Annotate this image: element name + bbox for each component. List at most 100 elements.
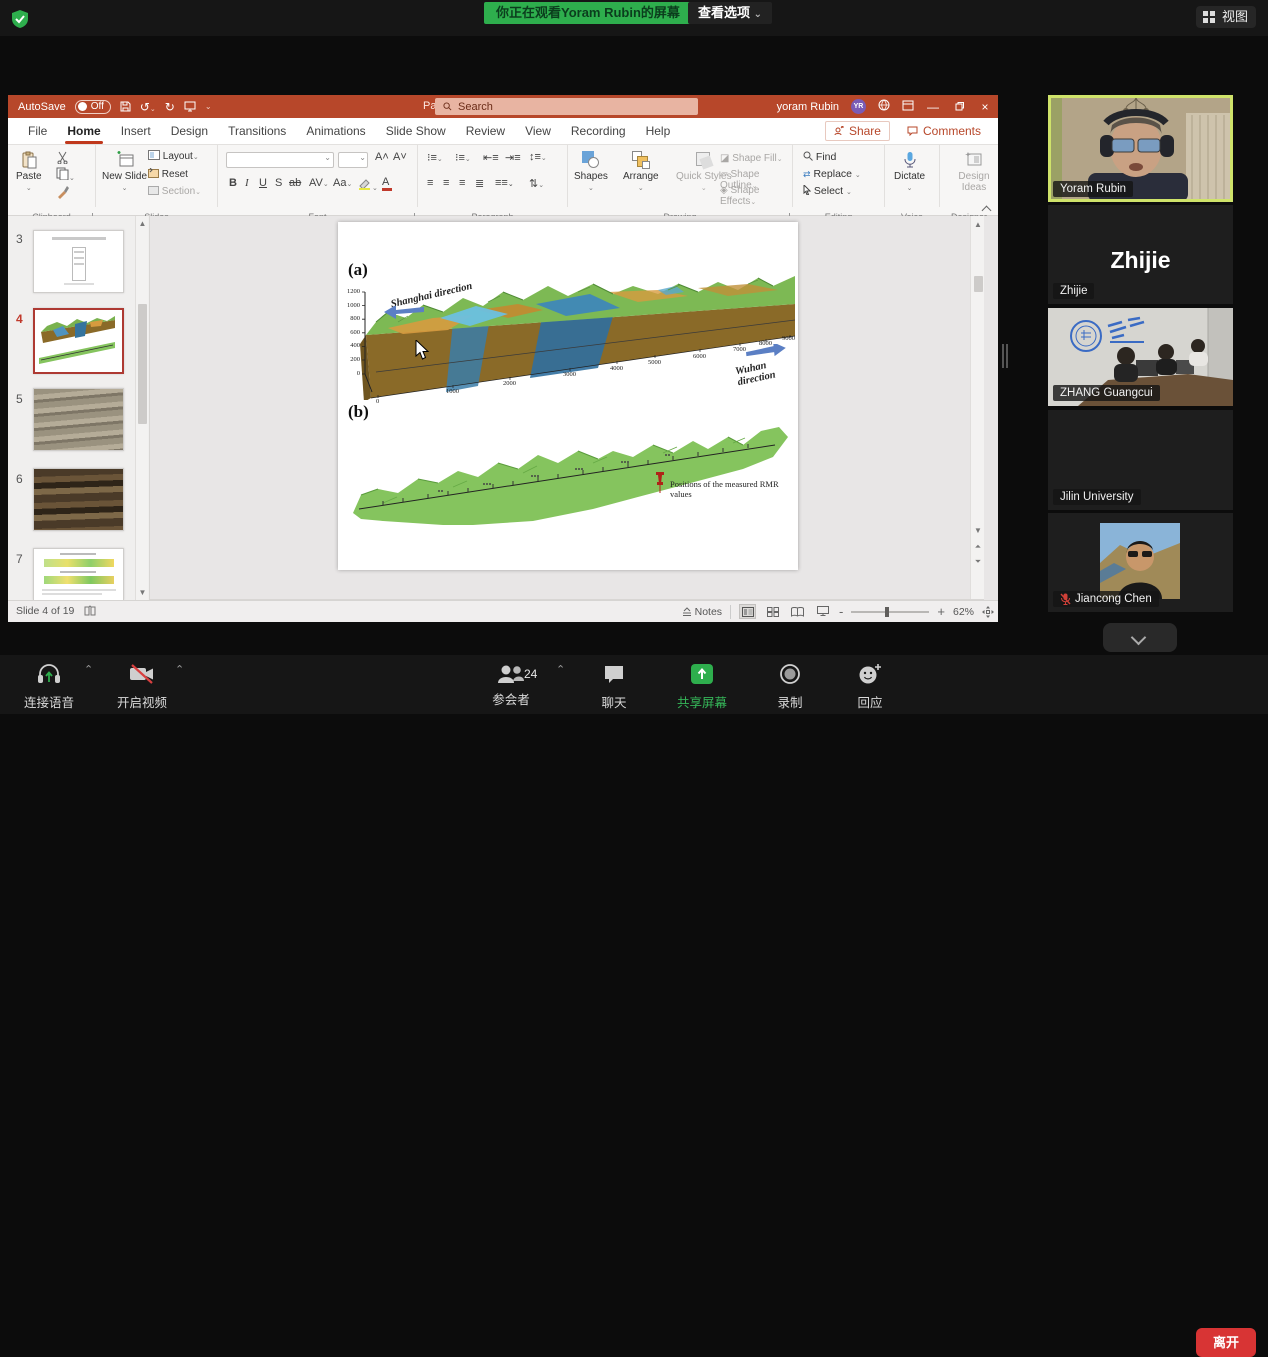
join-audio-button[interactable]: 连接语音 [18, 663, 80, 711]
participant-tile-zhang-guangcui[interactable]: ZHANG Guangcui [1048, 308, 1233, 406]
view-options-button[interactable]: 查看选项 ⌄ [688, 2, 772, 24]
scroll-thumb[interactable] [974, 276, 983, 292]
reactions-button[interactable]: 回应 [846, 663, 894, 711]
undo-button[interactable]: ↺⌄ [140, 100, 156, 114]
replace-button[interactable]: ⇄ Replace ⌄ [803, 168, 861, 180]
fit-to-window-icon[interactable] [982, 606, 994, 618]
zoom-slider-thumb[interactable] [885, 607, 889, 617]
quick-access-customize-icon[interactable]: ⌄ [205, 102, 212, 111]
tab-animations[interactable]: Animations [296, 118, 375, 145]
thumbnail-scrollbar[interactable]: ▲ ▼ [135, 216, 148, 600]
bold-button[interactable]: B [226, 177, 240, 189]
select-button[interactable]: Select ⌄ [803, 185, 852, 197]
layout-button[interactable]: Layout⌄ [148, 150, 199, 162]
tab-slide-show[interactable]: Slide Show [376, 118, 456, 145]
search-box[interactable] [435, 98, 698, 115]
font-name-select[interactable] [226, 152, 334, 168]
italic-button[interactable]: I [242, 177, 252, 189]
slide-editor[interactable]: (a) [150, 216, 984, 600]
character-spacing-button[interactable]: AV⌄ [306, 177, 332, 189]
tab-review[interactable]: Review [456, 118, 515, 145]
participant-tile-jilin-university[interactable]: Jilin University [1048, 410, 1233, 510]
save-button[interactable] [120, 101, 131, 112]
user-avatar[interactable]: YR [851, 99, 866, 114]
audio-options-chevron[interactable]: ⌃ [84, 663, 93, 676]
collapse-ribbon-button[interactable] [982, 206, 992, 212]
participant-tile-yoram-rubin[interactable]: Yoram Rubin [1048, 95, 1233, 202]
slideshow-view-button[interactable] [814, 604, 831, 619]
shape-fill-button[interactable]: ◪ Shape Fill⌄ [720, 153, 783, 164]
tab-help[interactable]: Help [636, 118, 681, 145]
columns-button[interactable]: ≡≡⌄ [492, 177, 517, 189]
find-button[interactable]: Find [803, 151, 836, 163]
change-case-button[interactable]: Aa⌄ [330, 177, 355, 189]
tab-recording[interactable]: Recording [561, 118, 636, 145]
start-video-button[interactable]: 开启视频 [112, 663, 172, 711]
dictate-button[interactable]: Dictate⌄ [894, 151, 925, 192]
participants-options-chevron[interactable]: ⌃ [556, 663, 565, 676]
normal-view-button[interactable] [739, 604, 756, 619]
font-size-select[interactable] [338, 152, 368, 168]
font-color-button[interactable]: A [382, 176, 392, 191]
strikethrough-button[interactable]: ab [286, 177, 304, 189]
slide-thumbnail-5[interactable] [33, 388, 124, 451]
align-center-button[interactable]: ≡ [440, 177, 452, 189]
slide-sorter-view-button[interactable] [764, 604, 781, 619]
participants-button[interactable]: 24 参会者 [482, 663, 540, 708]
tab-transitions[interactable]: Transitions [218, 118, 296, 145]
editor-scrollbar[interactable]: ▲ ▼ ⏶ ⏷ [970, 216, 984, 600]
participant-tile-jiancong-chen[interactable]: Jiancong Chen [1048, 513, 1233, 612]
tab-design[interactable]: Design [161, 118, 218, 145]
scroll-down-arrow[interactable]: ▼ [974, 526, 983, 535]
line-spacing-button[interactable]: ↕≡⌄ [526, 151, 550, 163]
minimize-button[interactable]: — [926, 100, 940, 114]
share-screen-button[interactable]: 共享屏幕 [668, 663, 736, 711]
present-button[interactable] [184, 101, 196, 112]
zoom-level[interactable]: 62% [953, 606, 974, 618]
increase-indent-button[interactable]: ⇥≡ [502, 151, 524, 164]
section-button[interactable]: Section⌄ [148, 186, 201, 197]
close-button[interactable]: × [978, 100, 992, 114]
decrease-indent-button[interactable]: ⇤≡ [480, 151, 502, 164]
previous-slide-button[interactable]: ⏶ [974, 542, 983, 551]
comments-button[interactable]: Comments [898, 121, 990, 141]
zoom-out-button[interactable]: - [839, 604, 843, 619]
underline-button[interactable]: U [256, 177, 270, 189]
video-options-chevron[interactable]: ⌃ [175, 663, 184, 676]
scroll-down-arrow[interactable]: ▼ [138, 588, 147, 597]
copy-button[interactable]: ⌄ [56, 167, 75, 185]
scroll-up-arrow[interactable]: ▲ [138, 219, 147, 228]
tab-view[interactable]: View [515, 118, 561, 145]
shrink-font-button[interactable]: A˅ [390, 151, 410, 163]
shape-effects-button[interactable]: ◈ Shape Effects⌄ [720, 185, 792, 207]
leave-button[interactable]: 离开 [1196, 1328, 1256, 1357]
justify-button[interactable]: ≣ [472, 177, 487, 190]
tab-file[interactable]: File [18, 118, 57, 145]
arrange-button[interactable]: Arrange⌄ [623, 151, 659, 192]
slide-thumbnail-7[interactable] [33, 548, 124, 600]
format-painter-button[interactable] [56, 185, 70, 204]
notes-toggle[interactable]: Notes [682, 606, 722, 618]
chat-button[interactable]: 聊天 [590, 663, 638, 711]
search-input[interactable] [458, 101, 658, 113]
autosave-toggle[interactable]: Off [75, 100, 111, 114]
numbering-button[interactable]: ⁝≡⌄ [452, 151, 474, 164]
highlight-color-button[interactable]: ⌄ [358, 177, 378, 195]
security-shield-icon[interactable] [10, 9, 30, 29]
new-slide-button[interactable]: New Slide⌄ [102, 151, 147, 192]
next-slide-button[interactable]: ⏷ [974, 557, 983, 566]
reading-view-button[interactable] [789, 604, 806, 619]
paste-button[interactable]: Paste⌄ [16, 151, 42, 192]
share-button[interactable]: Share [825, 121, 890, 141]
align-right-button[interactable]: ≡ [456, 177, 468, 189]
text-direction-button[interactable]: ⇅⌄ [526, 177, 547, 190]
zoom-in-button[interactable]: + [937, 604, 945, 619]
reset-button[interactable]: Reset [148, 168, 188, 180]
view-button[interactable]: 视图 [1196, 6, 1256, 28]
slide-thumbnail-6[interactable] [33, 468, 124, 531]
shadow-button[interactable]: S [272, 177, 285, 189]
panel-resize-handle[interactable] [1002, 344, 1008, 368]
scroll-thumb[interactable] [138, 304, 147, 424]
participants-collapse-button[interactable] [1103, 623, 1177, 652]
current-slide[interactable]: (a) [338, 222, 798, 570]
